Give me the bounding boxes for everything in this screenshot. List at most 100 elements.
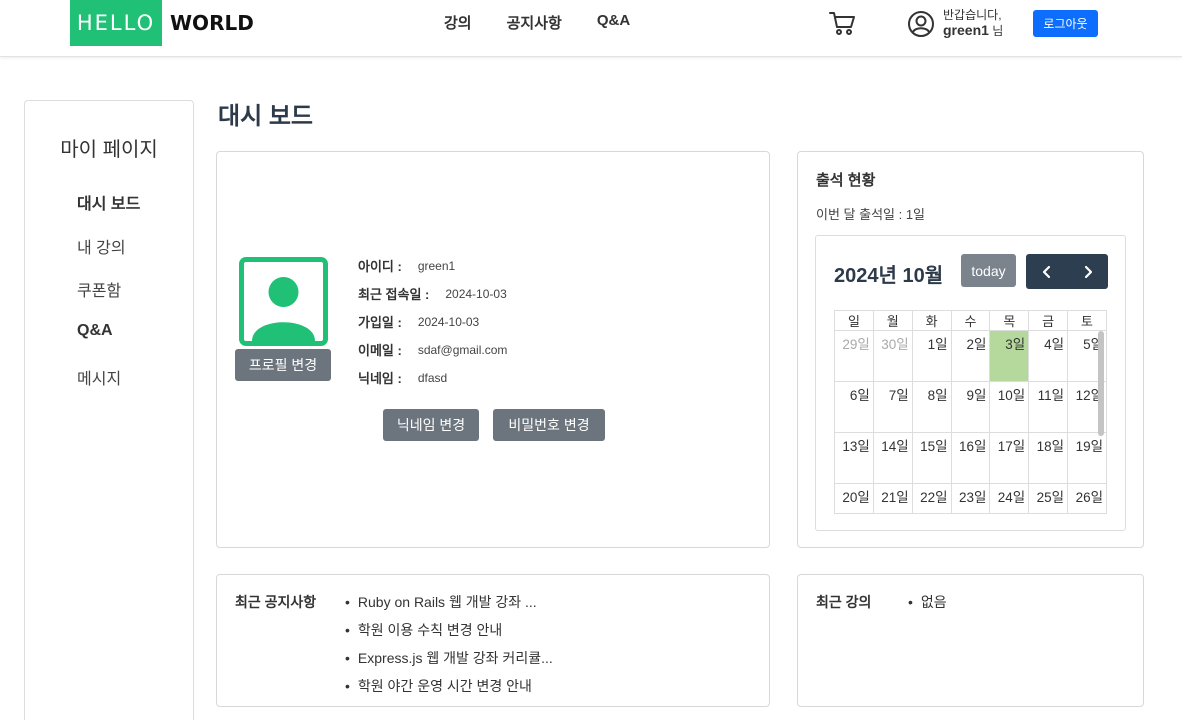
calendar-day[interactable]: 2일 [950,330,991,382]
calendar-day[interactable]: 11일 [1028,381,1069,433]
username: green1 [943,22,989,38]
info-value: dfasd [417,370,448,385]
calendar-day[interactable]: 6일 [834,381,874,433]
sidebar-item-my-lectures[interactable]: 내 강의 [77,234,126,258]
info-label: 가입일 : [358,315,402,330]
calendar-month: 2024년 10월 [834,265,944,287]
greeting-text: 반갑습니다, [943,8,1002,22]
main-nav: 강의 공지사항 Q&A [444,12,665,33]
weekday-header: 일 [834,310,874,331]
sidebar-title: 마이 페이지 [60,139,158,161]
attendance-card: 출석 현황 이번 달 출석일 : 1일 2024년 10월 today 일 월 … [797,151,1144,548]
recent-lecture-item: 없음 [908,592,947,612]
sidebar: 마이 페이지 대시 보드 내 강의 쿠폰함 Q&A 메시지 [24,100,194,720]
calendar-day[interactable]: 17일 [989,432,1030,484]
change-profile-button[interactable]: 프로필 변경 [235,349,331,381]
recent-lectures-label: 최근 강의 [816,594,872,610]
calendar-day[interactable]: 4일 [1028,330,1069,382]
calendar-day[interactable]: 14일 [872,432,913,484]
info-row-last-login: 최근 접속일 : 2024-10-03 [358,284,507,303]
calendar-day[interactable]: 18일 [1028,432,1069,484]
user-area: 반갑습니다, green1 님 [907,8,1003,39]
calendar-day-attended[interactable]: 3일 [989,330,1030,382]
weekday-header: 월 [872,310,913,331]
calendar-day[interactable]: 30일 [872,330,913,382]
info-label: 최근 접속일 : [358,287,430,302]
calendar-day[interactable]: 1일 [911,330,952,382]
notice-item[interactable]: Express.js 웹 개발 강좌 커리큘... [345,648,553,676]
calendar-day[interactable]: 7일 [872,381,913,433]
calendar-day[interactable]: 16일 [950,432,991,484]
calendar-scrollbar[interactable] [1098,331,1104,436]
page-title: 대시 보드 [218,103,313,130]
notice-item[interactable]: Ruby on Rails 웹 개발 강좌 ... [345,592,553,620]
logout-button[interactable]: 로그아웃 [1033,10,1098,37]
prev-month-button[interactable] [1026,254,1067,289]
sidebar-item-qna[interactable]: Q&A [77,322,113,340]
nav-notices[interactable]: 공지사항 [507,12,562,33]
avatar [239,257,328,346]
info-value: 2024-10-03 [417,314,480,329]
calendar-day[interactable]: 19일 [1067,432,1107,484]
info-row-email: 이메일 : sdaf@gmail.com [358,340,507,359]
calendar-day[interactable]: 22일 [911,483,952,514]
calendar-day[interactable]: 29일 [834,330,874,382]
info-row-nickname: 닉네임 : dfasd [358,368,447,387]
notice-item[interactable]: 학원 야간 운영 시간 변경 안내 [345,676,553,704]
weekday-header: 수 [950,310,991,331]
nav-qna[interactable]: Q&A [597,12,630,33]
attendance-count: 이번 달 출석일 : 1일 [816,207,926,222]
sidebar-item-messages[interactable]: 메시지 [77,365,121,389]
info-value: 2024-10-03 [445,286,507,301]
top-header: HELLO WORLD 강의 공지사항 Q&A 반갑습니다, green1 님 … [0,0,1182,57]
change-nickname-button[interactable]: 닉네임 변경 [383,409,479,441]
calendar-day[interactable]: 20일 [834,483,874,514]
recent-notices-label: 최근 공지사항 [235,594,317,610]
info-row-joined: 가입일 : 2024-10-03 [358,312,479,331]
calendar-day[interactable]: 8일 [911,381,952,433]
honorific: 님 [992,24,1004,38]
cart-icon[interactable] [828,9,856,37]
calendar-day[interactable]: 26일 [1067,483,1107,514]
attendance-title: 출석 현황 [816,172,876,189]
info-label: 닉네임 : [358,371,402,386]
info-label: 이메일 : [358,343,402,358]
recent-lectures-card: 최근 강의 없음 [797,574,1144,707]
weekday-header: 목 [989,310,1030,331]
calendar-day[interactable]: 9일 [950,381,991,433]
profile-card: 프로필 변경 아이디 : green1 최근 접속일 : 2024-10-03 … [216,151,770,548]
change-password-button[interactable]: 비밀번호 변경 [493,409,605,441]
calendar-day[interactable]: 13일 [834,432,874,484]
next-month-button[interactable] [1067,254,1108,289]
logo-world-text: WORLD [170,11,254,35]
user-circle-icon [908,10,934,37]
calendar-day[interactable]: 24일 [989,483,1030,514]
sidebar-item-coupons[interactable]: 쿠폰함 [77,277,121,301]
info-value: green1 [417,258,456,273]
info-label: 아이디 : [358,259,402,274]
sidebar-item-dashboard[interactable]: 대시 보드 [77,190,140,214]
logo[interactable]: HELLO WORLD [70,0,254,46]
logo-hello: HELLO [70,0,162,46]
today-button[interactable]: today [961,254,1016,287]
notice-list: Ruby on Rails 웹 개발 강좌 ... 학원 이용 수칙 변경 안내… [345,592,553,704]
nav-lectures[interactable]: 강의 [444,12,472,33]
calendar-day[interactable]: 25일 [1028,483,1069,514]
chevron-right-icon [1084,265,1092,278]
recent-lecture-list: 없음 [908,592,947,612]
info-value: sdaf@gmail.com [417,342,508,357]
calendar-day[interactable]: 21일 [872,483,913,514]
calendar-day[interactable]: 23일 [950,483,991,514]
notice-item[interactable]: 학원 이용 수칙 변경 안내 [345,620,553,648]
calendar-nav [1026,254,1108,289]
calendar-day[interactable]: 15일 [911,432,952,484]
calendar-grid: 일 월 화 수 목 금 토 29일 30일 1일 2일 3일 4일 5일 6일 … [834,310,1107,514]
calendar: 2024년 10월 today 일 월 화 수 목 금 토 29일 30일 1일… [815,235,1126,531]
chevron-left-icon [1042,265,1050,278]
logo-world: WORLD [162,0,254,46]
weekday-header: 화 [911,310,952,331]
weekday-header: 토 [1067,310,1107,331]
weekday-header: 금 [1028,310,1069,331]
calendar-day[interactable]: 10일 [989,381,1030,433]
user-avatar-icon [252,277,315,341]
